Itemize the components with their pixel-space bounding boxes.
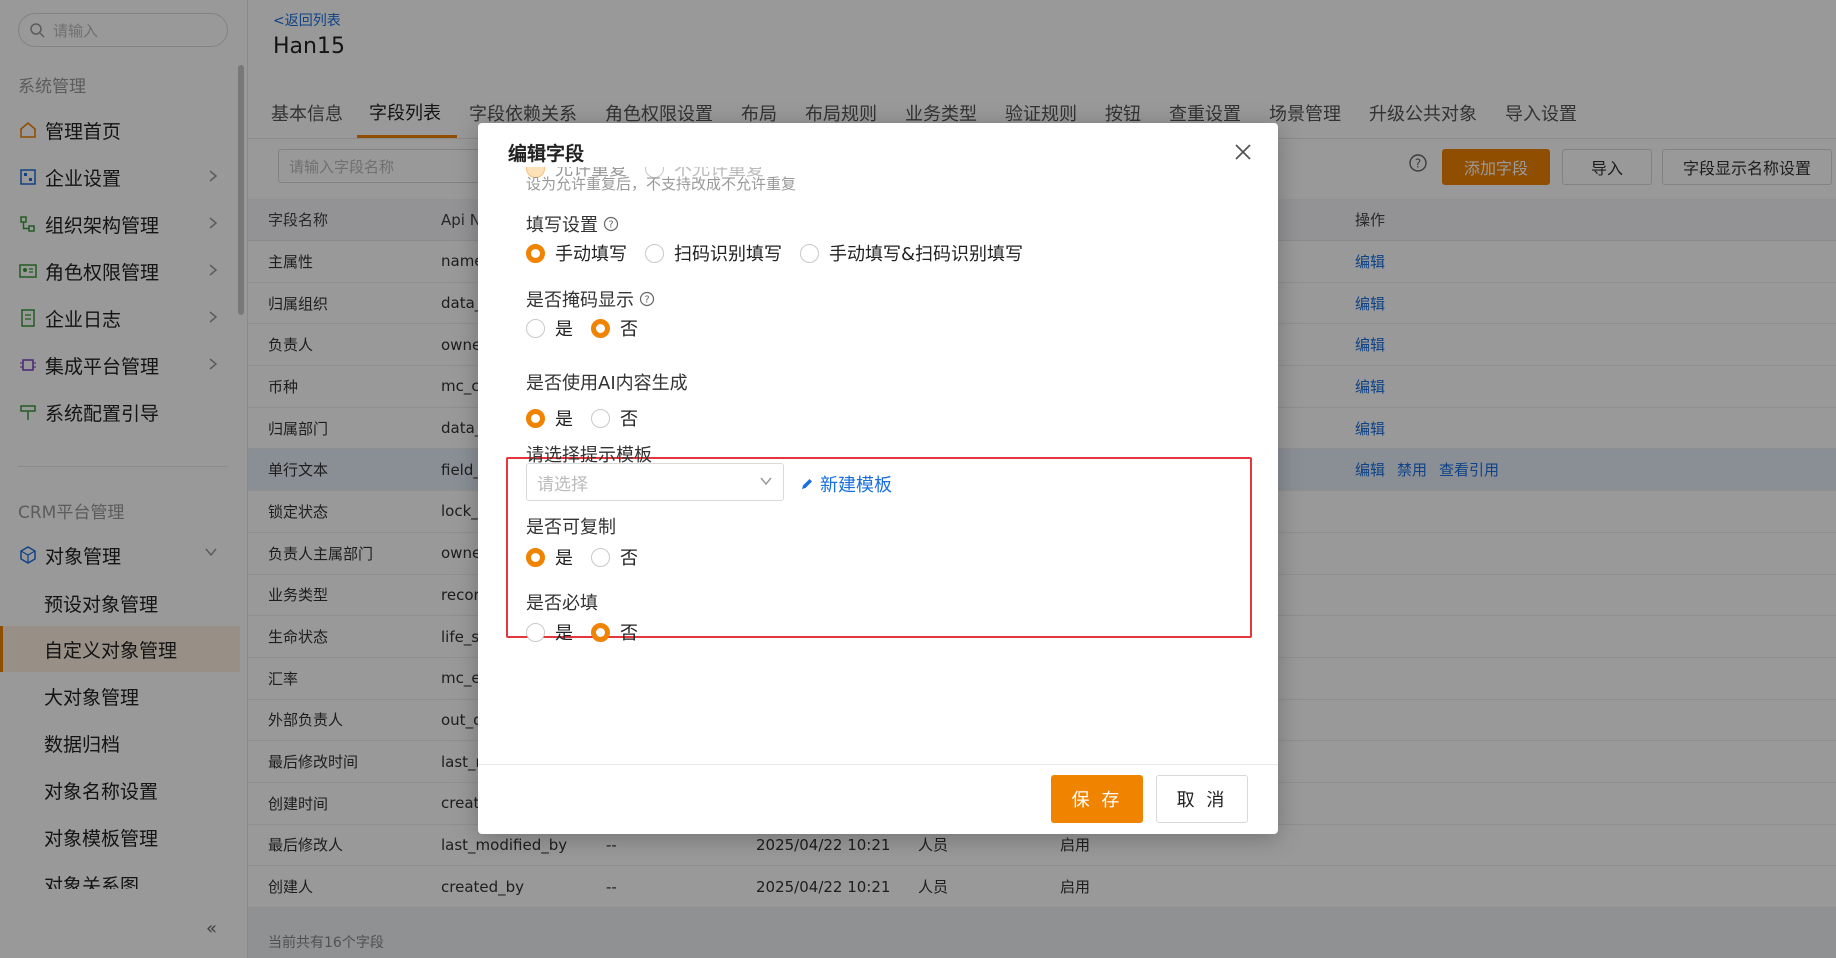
svg-text:?: ? <box>644 295 649 306</box>
mask-display-label: 是否掩码显示 ? <box>526 286 655 312</box>
required-yes-radio[interactable]: 是 <box>526 619 573 645</box>
duplicate-hint: 设为允许重复后，不支持改成不允许重复 <box>526 175 797 193</box>
copyable-label: 是否可复制 <box>526 517 616 538</box>
ai-generation-label: 是否使用AI内容生成 <box>526 373 688 394</box>
ai-generation-radio-group: 是 否 <box>526 405 656 431</box>
fill-scan-radio[interactable]: 扫码识别填写 <box>645 240 782 266</box>
prompt-template-select[interactable]: 请选择 <box>526 463 784 501</box>
copy-yes-radio[interactable]: 是 <box>526 544 573 570</box>
modal-title: 编辑字段 <box>508 143 585 165</box>
chevron-down-icon <box>760 477 772 486</box>
required-radio-group: 是 否 <box>526 619 656 645</box>
edit-field-modal: 编辑字段 允许重复 不允许重复 设为允许重复后，不支持改成不允许重复 填写设置 … <box>478 123 1278 834</box>
modal-body: 允许重复 不允许重复 设为允许重复后，不支持改成不允许重复 填写设置 ? 手动填… <box>478 167 1278 765</box>
ai-yes-radio[interactable]: 是 <box>526 405 573 431</box>
mask-no-radio[interactable]: 否 <box>591 315 638 341</box>
mask-display-radio-group: 是 否 <box>526 315 656 341</box>
copy-no-radio[interactable]: 否 <box>591 544 638 570</box>
ai-no-radio[interactable]: 否 <box>591 405 638 431</box>
new-template-link[interactable]: 新建模板 <box>800 471 892 497</box>
fill-setting-label: 填写设置 ? <box>526 211 619 237</box>
fill-manual-radio[interactable]: 手动填写 <box>526 240 627 266</box>
modal-footer-divider <box>478 764 1278 765</box>
required-no-radio[interactable]: 否 <box>591 619 638 645</box>
cancel-button[interactable]: 取 消 <box>1156 775 1248 823</box>
fill-manual-scan-radio[interactable]: 手动填写&扫码识别填写 <box>800 240 1023 266</box>
pencil-icon <box>802 479 812 489</box>
required-label: 是否必填 <box>526 593 598 614</box>
help-icon[interactable]: ? <box>603 216 619 232</box>
save-button[interactable]: 保 存 <box>1051 775 1143 823</box>
fill-setting-radio-group: 手动填写 扫码识别填写 手动填写&扫码识别填写 <box>526 240 1041 266</box>
copyable-radio-group: 是 否 <box>526 544 656 570</box>
close-icon[interactable] <box>1234 143 1252 161</box>
svg-text:?: ? <box>608 220 613 231</box>
select-placeholder: 请选择 <box>537 474 588 495</box>
help-icon[interactable]: ? <box>639 291 655 307</box>
mask-yes-radio[interactable]: 是 <box>526 315 573 341</box>
